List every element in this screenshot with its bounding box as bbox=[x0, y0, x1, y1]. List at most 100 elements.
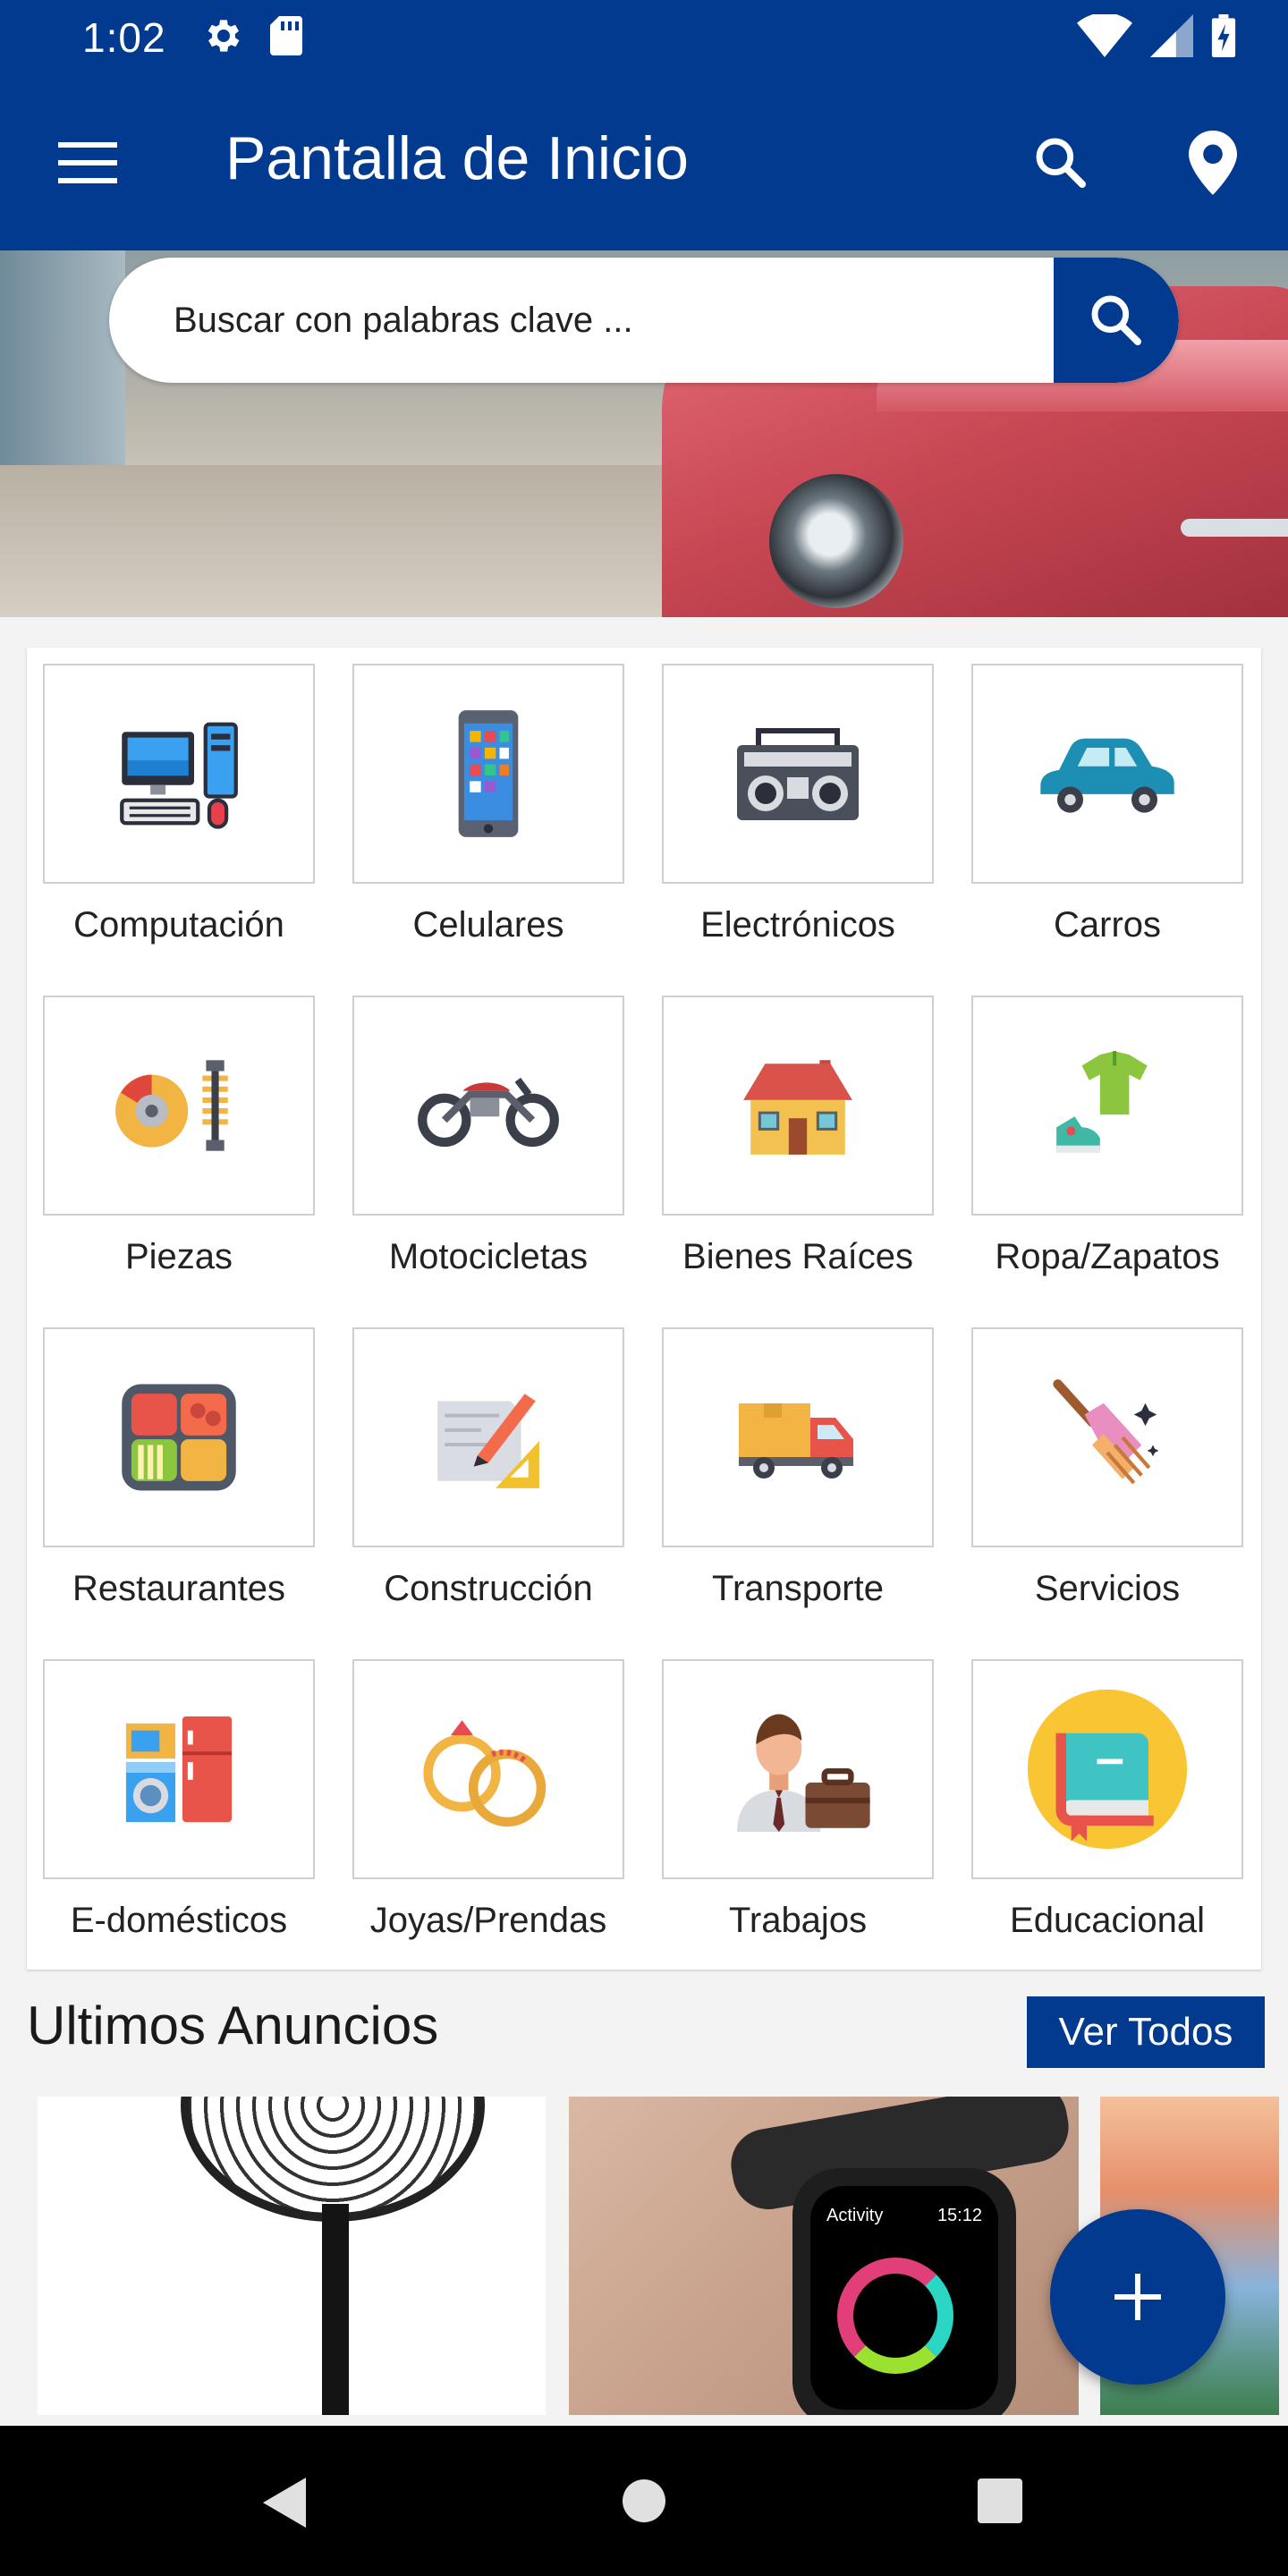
category-tile[interactable] bbox=[43, 664, 315, 884]
category-tile[interactable] bbox=[662, 1327, 934, 1547]
location-button[interactable] bbox=[1172, 122, 1254, 204]
search-submit-button[interactable] bbox=[1054, 258, 1179, 383]
category-label: Joyas/Prendas bbox=[369, 1901, 607, 1940]
battery-icon bbox=[1211, 13, 1236, 62]
search-bar bbox=[109, 258, 1179, 383]
search-button[interactable] bbox=[1020, 122, 1102, 204]
rings-icon bbox=[423, 1720, 547, 1827]
broom-icon bbox=[1053, 1379, 1159, 1485]
category-tile[interactable] bbox=[971, 996, 1243, 1216]
category-label: Transporte bbox=[712, 1569, 884, 1608]
category-tile[interactable] bbox=[662, 996, 934, 1216]
category-carros[interactable]: Carros bbox=[971, 664, 1243, 996]
status-bar: 1:02 bbox=[0, 0, 1288, 75]
ad-card[interactable]: Activity 15:12 bbox=[569, 2097, 1079, 2415]
category-electronicos[interactable]: Electrónicos bbox=[662, 664, 934, 996]
category-tile[interactable] bbox=[971, 664, 1243, 884]
category-educacional[interactable]: Educacional bbox=[971, 1659, 1243, 1991]
app-bar: Pantalla de Inicio bbox=[0, 75, 1288, 250]
category-tile[interactable] bbox=[662, 664, 934, 884]
hero-wall bbox=[0, 250, 125, 483]
category-label: Computación bbox=[73, 905, 284, 945]
category-ropa-zapatos[interactable]: Ropa/Zapatos bbox=[971, 996, 1243, 1327]
category-label: Motocicletas bbox=[388, 1237, 589, 1276]
category-piezas[interactable]: Piezas bbox=[43, 996, 315, 1327]
car-parts-icon bbox=[115, 1060, 228, 1151]
recents-icon[interactable] bbox=[975, 2476, 1029, 2529]
category-label: Electrónicos bbox=[700, 905, 895, 945]
category-trabajos[interactable]: Trabajos bbox=[662, 1659, 934, 1991]
category-tile[interactable] bbox=[352, 1659, 624, 1879]
home-icon[interactable] bbox=[619, 2476, 673, 2529]
sd-card-icon bbox=[268, 14, 304, 62]
category-tile[interactable] bbox=[43, 996, 315, 1216]
category-computacion[interactable]: Computación bbox=[43, 664, 315, 996]
category-servicios[interactable]: Servicios bbox=[971, 1327, 1243, 1659]
category-label: Trabajos bbox=[728, 1901, 868, 1940]
wifi-icon bbox=[1077, 12, 1132, 62]
ad-image-fan-pole bbox=[322, 2204, 349, 2415]
category-tile[interactable] bbox=[352, 996, 624, 1216]
add-listing-button[interactable] bbox=[1050, 2209, 1225, 2385]
house-icon bbox=[743, 1060, 852, 1155]
category-tile[interactable] bbox=[352, 664, 624, 884]
category-joyas-prendas[interactable]: Joyas/Prendas bbox=[352, 1659, 624, 1991]
category-construccion[interactable]: Construcción bbox=[352, 1327, 624, 1659]
watch-time-label: 15:12 bbox=[936, 2206, 982, 2225]
clothes-icon bbox=[1056, 1051, 1148, 1153]
car-icon bbox=[1040, 738, 1174, 813]
menu-button[interactable] bbox=[43, 127, 132, 199]
food-tray-icon bbox=[122, 1384, 236, 1491]
category-restaurantes[interactable]: Restaurantes bbox=[43, 1327, 315, 1659]
signal-icon bbox=[1150, 13, 1193, 62]
category-label: Ropa/Zapatos bbox=[995, 1237, 1220, 1276]
system-nav-bar bbox=[0, 2426, 1288, 2576]
hero-bumper bbox=[1181, 519, 1288, 537]
back-icon[interactable] bbox=[259, 2476, 313, 2529]
category-celulares[interactable]: Celulares bbox=[352, 664, 624, 996]
category-label: Celulares bbox=[412, 905, 564, 945]
category-label: Carros bbox=[1053, 905, 1162, 945]
category-label: Restaurantes bbox=[72, 1569, 285, 1608]
ad-image-fan bbox=[181, 2097, 485, 2222]
category-label: Construcción bbox=[384, 1569, 593, 1608]
category-label: Servicios bbox=[1034, 1569, 1181, 1608]
category-tile[interactable] bbox=[971, 1659, 1243, 1879]
status-time: 1:02 bbox=[82, 14, 166, 61]
category-tile[interactable] bbox=[662, 1659, 934, 1879]
search-input[interactable] bbox=[109, 258, 1054, 383]
ad-card[interactable] bbox=[38, 2097, 546, 2415]
category-transporte[interactable]: Transporte bbox=[662, 1327, 934, 1659]
category-e-domesticos[interactable]: E-domésticos bbox=[43, 1659, 315, 1991]
category-label: Piezas bbox=[124, 1237, 233, 1276]
page-title: Pantalla de Inicio bbox=[225, 124, 689, 192]
category-label: E-domésticos bbox=[70, 1901, 288, 1940]
category-panel: Computación Celulares Electrónicos Carro… bbox=[27, 648, 1261, 1970]
search-icon bbox=[1091, 295, 1141, 345]
boombox-icon bbox=[737, 728, 859, 820]
category-tile[interactable] bbox=[352, 1327, 624, 1547]
category-tile[interactable] bbox=[43, 1327, 315, 1547]
watch-activity-ring bbox=[837, 2258, 953, 2374]
gear-icon bbox=[202, 14, 245, 62]
see-all-button[interactable]: Ver Todos bbox=[1027, 1996, 1265, 2068]
home-screen: 1:02 Pantalla de Inicio Buscar con palab… bbox=[0, 0, 1288, 2576]
menu-icon bbox=[58, 142, 117, 183]
category-label: Bienes Raíces bbox=[682, 1237, 913, 1276]
businessman-icon bbox=[737, 1714, 870, 1832]
appliances-icon bbox=[125, 1716, 233, 1823]
plus-icon bbox=[1114, 2274, 1161, 2320]
category-bienes-raices[interactable]: Bienes Raíces bbox=[662, 996, 934, 1327]
motorcycle-icon bbox=[418, 1077, 559, 1148]
category-tile[interactable] bbox=[43, 1659, 315, 1879]
computer-icon bbox=[120, 722, 238, 829]
category-label: Educacional bbox=[1010, 1901, 1205, 1940]
hero-headlight bbox=[769, 474, 903, 608]
search-icon bbox=[1036, 138, 1086, 188]
blueprint-icon bbox=[437, 1394, 539, 1488]
watch-activity-label: Activity bbox=[826, 2206, 884, 2225]
category-grid: Computación Celulares Electrónicos Carro… bbox=[43, 664, 1243, 1991]
category-motocicletas[interactable]: Motocicletas bbox=[352, 996, 624, 1327]
category-tile[interactable] bbox=[971, 1327, 1243, 1547]
book-icon bbox=[1027, 1689, 1188, 1850]
